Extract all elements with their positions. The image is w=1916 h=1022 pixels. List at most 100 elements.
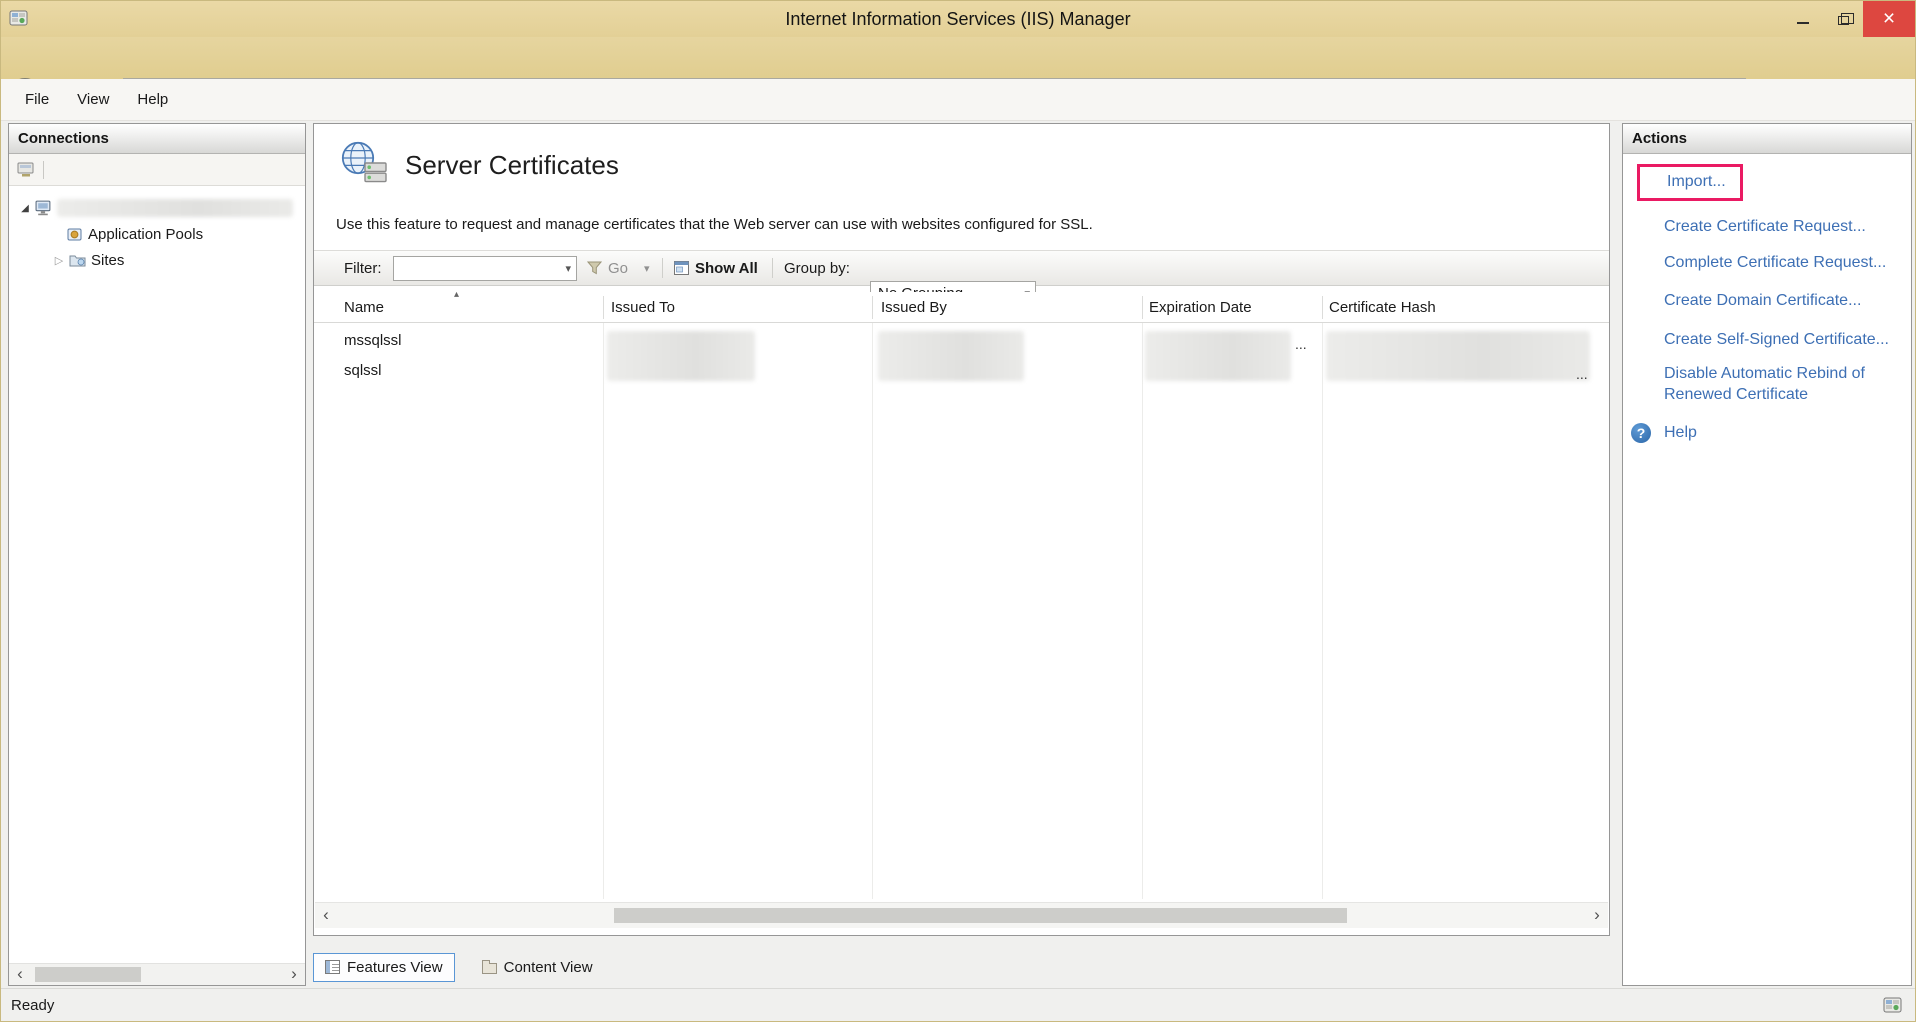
page-title: Server Certificates [405, 150, 619, 181]
redacted-issued-to [607, 331, 755, 381]
help-icon: ? [1631, 423, 1651, 443]
list-horizontal-scrollbar[interactable]: ‹ › [315, 902, 1608, 928]
application-pools-icon [67, 227, 83, 242]
action-create-certificate-request[interactable]: Create Certificate Request... [1664, 216, 1903, 237]
list-header: ▴ Name Issued To Issued By Expiration Da… [314, 292, 1609, 323]
expiration-ellipsis: ... [1295, 336, 1307, 352]
action-import[interactable]: Import... [1667, 171, 1726, 192]
expander-open-icon[interactable]: ◢ [19, 203, 31, 214]
restore-button[interactable] [1823, 1, 1863, 37]
menu-file[interactable]: File [15, 87, 59, 112]
show-all-icon [674, 251, 689, 285]
action-disable-automatic-rebind[interactable]: Disable Automatic Rebind of Renewed Cert… [1664, 363, 1882, 405]
scrollbar-thumb[interactable] [614, 908, 1347, 923]
scroll-left-icon[interactable]: ‹ [11, 964, 29, 985]
column-line [603, 323, 604, 899]
actions-panel: Actions Import... Create Certificate Req… [1622, 123, 1912, 986]
column-header-issued-to[interactable]: Issued To [611, 299, 675, 316]
menu-help[interactable]: Help [127, 87, 178, 112]
minimize-button[interactable] [1783, 1, 1823, 37]
sort-ascending-icon: ▴ [454, 289, 459, 300]
tree-item-sites[interactable]: ▷ Sites [9, 247, 305, 273]
action-create-self-signed-certificate[interactable]: Create Self-Signed Certificate... [1664, 329, 1903, 350]
column-line [872, 323, 873, 899]
create-connection-icon[interactable] [17, 161, 35, 178]
help-label: Help [1664, 424, 1697, 442]
titlebar: Internet Information Services (IIS) Mana… [1, 1, 1915, 37]
redacted-issued-by [878, 331, 1024, 381]
tab-features-view[interactable]: Features View [313, 953, 455, 982]
server-certificates-panel: Server Certificates Use this feature to … [313, 123, 1610, 936]
certificate-name: sqlssl [344, 362, 382, 379]
column-header-issued-by[interactable]: Issued By [881, 299, 947, 316]
column-divider[interactable] [1142, 296, 1143, 319]
action-complete-certificate-request[interactable]: Complete Certificate Request... [1664, 252, 1903, 273]
connections-horizontal-scrollbar[interactable]: ‹ › [9, 963, 305, 985]
connections-panel: Connections ◢ Application Pools [8, 123, 306, 986]
view-tabs: Features View Content View [313, 951, 604, 983]
sites-folder-icon [69, 253, 86, 267]
tree-item-label: Application Pools [88, 226, 203, 243]
server-certificates-icon [340, 140, 388, 188]
tree-item-application-pools[interactable]: Application Pools [9, 221, 305, 247]
toolbar-divider [662, 258, 663, 278]
scroll-left-icon[interactable]: ‹ [317, 905, 335, 926]
filter-input[interactable] [394, 257, 556, 280]
column-line [1142, 323, 1143, 899]
column-header-name[interactable]: Name [344, 299, 384, 316]
column-divider[interactable] [603, 296, 604, 319]
iis-manager-window: Internet Information Services (IIS) Mana… [0, 0, 1916, 1022]
tree-item-server[interactable]: ◢ [9, 195, 305, 221]
import-highlight-box: Import... [1637, 164, 1743, 201]
menubar: File View Help [1, 79, 1915, 121]
server-icon [35, 200, 52, 216]
connections-header: Connections [9, 124, 305, 154]
close-button[interactable]: × [1863, 1, 1915, 37]
minimize-icon [1797, 22, 1809, 24]
window-title: Internet Information Services (IIS) Mana… [1, 1, 1915, 37]
show-all-button[interactable]: Show All [695, 251, 758, 285]
toolbar-divider [43, 161, 44, 179]
redacted-expiration-date [1145, 331, 1291, 381]
iis-status-icon [1883, 996, 1903, 1019]
window-controls: × [1783, 1, 1915, 37]
content-view-icon [482, 963, 497, 974]
statusbar: Ready [1, 988, 1915, 1022]
toolbar-divider [772, 258, 773, 278]
filter-label: Filter: [344, 251, 382, 285]
scroll-right-icon[interactable]: › [285, 964, 303, 985]
column-divider[interactable] [1322, 296, 1323, 319]
column-header-expiration-date[interactable]: Expiration Date [1149, 299, 1252, 316]
scrollbar-thumb[interactable] [35, 967, 141, 982]
column-line [1322, 323, 1323, 899]
status-text: Ready [11, 997, 54, 1014]
filter-combobox[interactable]: ▾ [393, 256, 577, 281]
action-help[interactable]: ? Help [1631, 423, 1911, 443]
tab-content-view[interactable]: Content View [471, 954, 604, 981]
expander-closed-icon[interactable]: ▷ [53, 254, 65, 267]
go-button[interactable]: Go [608, 251, 628, 285]
connections-tree: ◢ Application Pools ▷ Sites [9, 186, 305, 273]
menu-view[interactable]: View [67, 87, 119, 112]
redacted-certificate-hash [1326, 331, 1590, 381]
go-funnel-icon [587, 251, 602, 285]
dropdown-icon[interactable]: ▾ [565, 262, 571, 275]
certificate-name: mssqlssl [344, 332, 402, 349]
go-dropdown-icon[interactable]: ▾ [644, 251, 650, 285]
filter-toolbar: Filter: ▾ Go ▾ Show All Group by: No Gro… [314, 250, 1609, 286]
features-view-icon [325, 960, 340, 974]
group-by-label: Group by: [784, 251, 850, 285]
tree-item-label: Sites [91, 252, 124, 269]
redacted-server-node [57, 199, 293, 217]
scroll-right-icon[interactable]: › [1588, 905, 1606, 926]
tab-label: Features View [347, 959, 443, 976]
column-divider[interactable] [872, 296, 873, 319]
connections-toolbar [9, 154, 305, 186]
tab-label: Content View [504, 959, 593, 976]
restore-icon [1838, 16, 1849, 25]
addressbar: ▶ 3 ▶ × ? ▾ [1, 37, 1915, 79]
column-header-certificate-hash[interactable]: Certificate Hash [1329, 299, 1436, 316]
actions-header: Actions [1623, 124, 1911, 154]
feature-description: Use this feature to request and manage c… [336, 216, 1093, 233]
action-create-domain-certificate[interactable]: Create Domain Certificate... [1664, 290, 1903, 311]
